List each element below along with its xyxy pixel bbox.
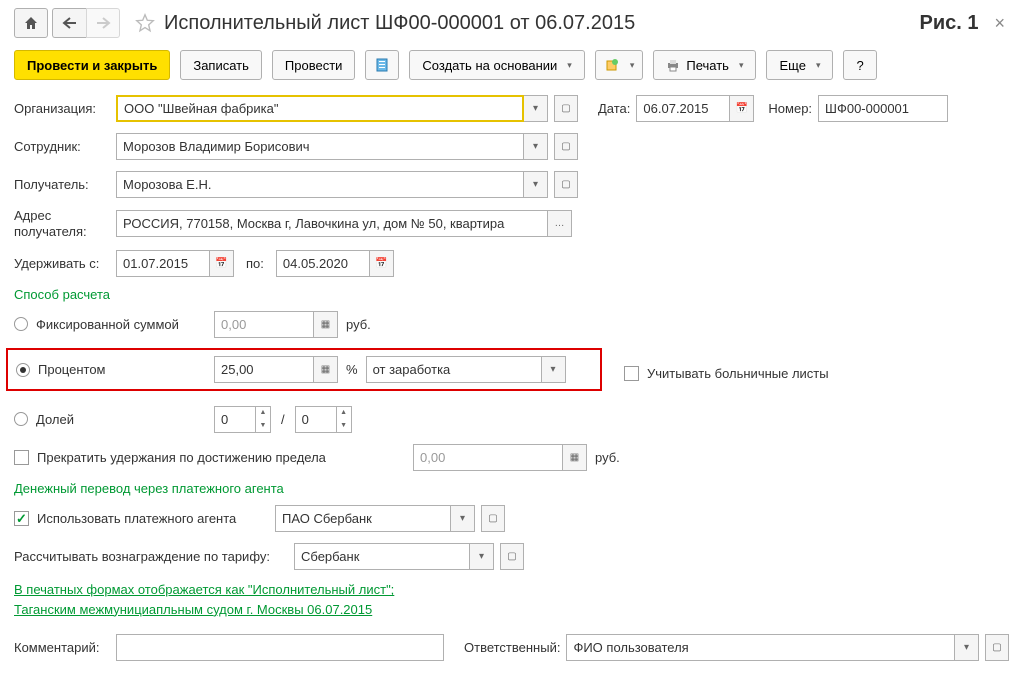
agent-field[interactable]: ПАО Сбербанк [275,505,451,532]
limit-unit: руб. [595,450,620,465]
withhold-label: Удерживать с: [14,256,116,271]
share-num-field[interactable]: 0 [214,406,256,433]
calc-section-header: Способ расчета [14,287,1009,302]
responsible-open-icon[interactable]: ▢ [985,634,1009,661]
tariff-field[interactable]: Сбербанк [294,543,470,570]
print-form-link[interactable]: В печатных формах отображается как "Испо… [14,582,394,617]
post-and-close-button[interactable]: Провести и закрыть [14,50,170,80]
limit-value-field[interactable]: 0,00 [413,444,563,471]
share-radio[interactable] [14,412,28,426]
percent-base-field[interactable]: от заработка [366,356,542,383]
withhold-from-cal-icon[interactable]: 📅 [210,250,234,277]
recipient-open-icon[interactable]: ▢ [554,171,578,198]
use-agent-label: Использовать платежного агента [37,511,275,526]
address-more-icon[interactable]: … [548,210,572,237]
sick-leave-checkbox[interactable] [624,366,639,381]
favorite-icon[interactable] [134,12,156,34]
recipient-dropdown-icon[interactable]: ▾ [524,171,548,198]
date-calendar-icon[interactable]: 📅 [730,95,754,122]
percent-base-dropdown-icon[interactable]: ▾ [542,356,566,383]
responsible-label: Ответственный: [464,640,560,655]
share-num-up[interactable]: ▲ [256,407,270,420]
recipient-field[interactable]: Морозова Е.Н. [116,171,524,198]
withhold-to-cal-icon[interactable]: 📅 [370,250,394,277]
fixed-label: Фиксированной суммой [36,317,214,332]
employee-dropdown-icon[interactable]: ▾ [524,133,548,160]
use-agent-checkbox[interactable] [14,511,29,526]
limit-checkbox[interactable] [14,450,29,465]
tariff-label: Рассчитывать вознаграждение по тарифу: [14,549,294,564]
create-based-button[interactable]: Создать на основании [409,50,584,80]
number-field[interactable]: ШФ00-000001 [818,95,948,122]
employee-open-icon[interactable]: ▢ [554,133,578,160]
date-field[interactable]: 06.07.2015 [636,95,730,122]
responsible-field[interactable]: ФИО пользователя [566,634,955,661]
responsible-dropdown-icon[interactable]: ▾ [955,634,979,661]
register-movements-button[interactable] [365,50,399,80]
agent-dropdown-icon[interactable]: ▾ [451,505,475,532]
employee-field[interactable]: Морозов Владимир Борисович [116,133,524,160]
org-dropdown-icon[interactable]: ▾ [524,95,548,122]
more-button[interactable]: Еще [766,50,833,80]
header-bar: Исполнительный лист ШФ00-000001 от 06.07… [14,8,1009,38]
agent-section-header: Денежный перевод через платежного агента [14,481,1009,496]
address-label: Адресполучателя: [14,208,116,239]
home-button[interactable] [14,8,48,38]
date-label: Дата: [598,101,630,116]
address-field[interactable]: РОССИЯ, 770158, Москва г, Лавочкина ул, … [116,210,548,237]
figure-label: Рис. 1 [919,12,978,35]
percent-unit: % [346,362,358,377]
org-label: Организация: [14,101,116,116]
toolbar: Провести и закрыть Записать Провести Соз… [14,50,1009,80]
print-button[interactable]: Печать [653,50,756,80]
sick-leave-label: Учитывать больничные листы [647,366,829,381]
printer-icon [666,58,680,72]
share-den-field[interactable]: 0 [295,406,337,433]
save-button[interactable]: Записать [180,50,262,80]
org-field[interactable]: ООО "Швейная фабрика" [116,95,524,122]
share-num-down[interactable]: ▼ [256,419,270,432]
page-title: Исполнительный лист ШФ00-000001 от 06.07… [164,12,911,35]
share-label: Долей [36,412,214,427]
close-icon[interactable]: × [990,13,1009,34]
share-den-up[interactable]: ▲ [337,407,351,420]
fixed-radio[interactable] [14,317,28,331]
comment-label: Комментарий: [14,640,116,655]
percent-calc-icon[interactable]: ▦ [314,356,338,383]
attachments-button[interactable] [595,50,644,80]
help-button[interactable]: ? [843,50,876,80]
org-open-icon[interactable]: ▢ [554,95,578,122]
withhold-to-label: по: [246,256,264,271]
percent-value-field[interactable]: 25,00 [214,356,314,383]
share-sep: / [281,412,285,427]
fixed-calc-icon[interactable]: ▦ [314,311,338,338]
percent-label: Процентом [38,362,214,377]
post-button[interactable]: Провести [272,50,356,80]
forward-button[interactable] [86,8,120,38]
employee-label: Сотрудник: [14,139,116,154]
number-label: Номер: [768,101,812,116]
tariff-dropdown-icon[interactable]: ▾ [470,543,494,570]
limit-label: Прекратить удержания по достижению преде… [37,450,413,465]
share-den-down[interactable]: ▼ [337,419,351,432]
agent-open-icon[interactable]: ▢ [481,505,505,532]
fixed-amount-field[interactable]: 0,00 [214,311,314,338]
back-button[interactable] [52,8,86,38]
comment-field[interactable] [116,634,444,661]
fixed-unit: руб. [346,317,371,332]
withhold-to-field[interactable]: 04.05.2020 [276,250,370,277]
percent-radio[interactable] [16,363,30,377]
withhold-from-field[interactable]: 01.07.2015 [116,250,210,277]
tariff-open-icon[interactable]: ▢ [500,543,524,570]
recipient-label: Получатель: [14,177,116,192]
limit-calc-icon[interactable]: ▦ [563,444,587,471]
